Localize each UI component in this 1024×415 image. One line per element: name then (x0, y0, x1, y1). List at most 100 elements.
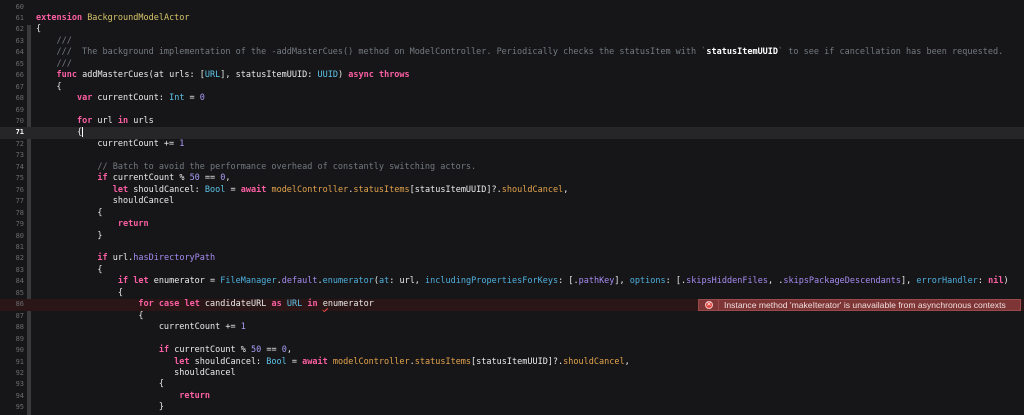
line-number[interactable]: 89 (0, 334, 24, 345)
code-text[interactable]: { (36, 311, 143, 322)
code-text[interactable]: /// The background implementation of the… (36, 47, 1003, 58)
line-number[interactable]: 65 (0, 59, 24, 70)
line-number[interactable]: 64 (0, 47, 24, 58)
line-number[interactable]: 83 (0, 265, 24, 276)
code-text[interactable]: { (36, 208, 102, 219)
code-line[interactable]: 81 (0, 242, 1024, 253)
code-text[interactable]: } (36, 402, 164, 413)
code-line[interactable]: 94 return (0, 391, 1024, 402)
code-text[interactable]: } (36, 231, 102, 242)
inline-error-banner[interactable]: ✕ Instance method 'makeIterator' is unav… (698, 299, 1021, 311)
source-editor[interactable]: 60 61 extension BackgroundModelActor 62 {63 … (0, 2, 1024, 414)
code-text[interactable]: { (36, 82, 61, 93)
line-number[interactable]: 91 (0, 357, 24, 368)
code-line[interactable]: 88 currentCount += 1 (0, 322, 1024, 333)
line-number[interactable]: 85 (0, 288, 24, 299)
code-line[interactable]: 75 if currentCount % 50 == 0, (0, 173, 1024, 184)
line-number[interactable]: 70 (0, 116, 24, 127)
code-line[interactable]: 65 /// (0, 59, 1024, 70)
code-line[interactable]: 83 { (0, 265, 1024, 276)
code-text[interactable]: extension BackgroundModelActor (36, 13, 190, 24)
code-line[interactable]: 90 if currentCount % 50 == 0, (0, 345, 1024, 356)
line-number[interactable]: 73 (0, 150, 24, 161)
code-line[interactable]: 79 return (0, 219, 1024, 230)
code-line[interactable]: 93 { (0, 379, 1024, 390)
line-number[interactable]: 77 (0, 196, 24, 207)
line-number[interactable]: 94 (0, 391, 24, 402)
code-line[interactable]: 61 extension BackgroundModelActor (0, 13, 1024, 24)
code-line[interactable]: 62 { (0, 24, 1024, 35)
code-line[interactable]: 71 { (0, 127, 1024, 139)
line-number[interactable]: 60 (0, 2, 24, 13)
line-number[interactable]: 62 (0, 24, 24, 35)
code-text[interactable]: { (36, 127, 84, 139)
code-text[interactable]: func addMasterCues(at urls: [URL], statu… (36, 70, 409, 81)
code-line[interactable]: 80 } (0, 231, 1024, 242)
code-line[interactable]: 60 (0, 2, 1024, 13)
line-number[interactable]: 63 (0, 36, 24, 47)
code-line[interactable]: 68 var currentCount: Int = 0 (0, 93, 1024, 104)
line-number[interactable]: 68 (0, 93, 24, 104)
line-number[interactable]: 93 (0, 379, 24, 390)
code-line[interactable]: 85 { (0, 288, 1024, 299)
line-number[interactable]: 61 (0, 13, 24, 24)
code-text[interactable]: /// (36, 36, 71, 47)
code-line[interactable]: 82 if url.hasDirectoryPath (0, 253, 1024, 264)
code-text[interactable]: return (36, 219, 149, 230)
code-text[interactable]: if currentCount % 50 == 0, (36, 173, 230, 184)
line-number[interactable]: 81 (0, 242, 24, 253)
code-text[interactable]: { (36, 379, 164, 390)
code-text[interactable]: return (36, 391, 210, 402)
code-text[interactable]: { (36, 265, 102, 276)
line-number[interactable]: 76 (0, 185, 24, 196)
code-line[interactable]: 95 } (0, 402, 1024, 413)
code-line[interactable]: 66 func addMasterCues(at urls: [URL], st… (0, 70, 1024, 81)
code-line[interactable]: 63 /// (0, 36, 1024, 47)
code-text[interactable]: shouldCancel (36, 196, 174, 207)
line-number[interactable]: 69 (0, 105, 24, 116)
code-line[interactable]: 89 (0, 334, 1024, 345)
line-number[interactable]: 74 (0, 162, 24, 173)
code-text[interactable]: var currentCount: Int = 0 (36, 93, 205, 104)
line-number[interactable]: 80 (0, 231, 24, 242)
code-text[interactable]: if currentCount % 50 == 0, (36, 345, 292, 356)
line-number[interactable]: 67 (0, 82, 24, 93)
line-number[interactable]: 82 (0, 253, 24, 264)
code-line[interactable]: 78 { (0, 208, 1024, 219)
code-line[interactable]: 77 shouldCancel (0, 196, 1024, 207)
code-text[interactable]: let shouldCancel: Bool = await modelCont… (36, 357, 630, 368)
code-text[interactable]: currentCount += 1 (36, 139, 184, 150)
code-text[interactable]: for url in urls (36, 116, 154, 127)
line-number[interactable]: 72 (0, 139, 24, 150)
code-line[interactable]: 70 for url in urls (0, 116, 1024, 127)
code-line[interactable]: 67 { (0, 82, 1024, 93)
code-text[interactable]: // Batch to avoid the performance overhe… (36, 162, 476, 173)
line-number[interactable]: 88 (0, 322, 24, 333)
line-number[interactable]: 90 (0, 345, 24, 356)
code-line[interactable]: 74 // Batch to avoid the performance ove… (0, 162, 1024, 173)
line-number[interactable]: 66 (0, 70, 24, 81)
code-line[interactable]: 64 /// The background implementation of … (0, 47, 1024, 58)
code-text[interactable]: let shouldCancel: Bool = await modelCont… (36, 185, 569, 196)
code-line[interactable]: 76 let shouldCancel: Bool = await modelC… (0, 185, 1024, 196)
code-line[interactable]: 91 let shouldCancel: Bool = await modelC… (0, 357, 1024, 368)
code-line[interactable]: 73 (0, 150, 1024, 161)
code-text[interactable]: /// (36, 59, 71, 70)
line-number[interactable]: 79 (0, 219, 24, 230)
code-text[interactable]: currentCount += 1 (36, 322, 246, 333)
code-text[interactable]: if let enumerator = FileManager.default.… (36, 276, 1009, 287)
line-number[interactable]: 84 (0, 276, 24, 287)
line-number[interactable]: 75 (0, 173, 24, 184)
line-number[interactable]: 92 (0, 368, 24, 379)
code-text[interactable]: if url.hasDirectoryPath (36, 253, 215, 264)
line-number[interactable]: 87 (0, 311, 24, 322)
code-line[interactable]: 87 { (0, 311, 1024, 322)
code-line[interactable]: 92 shouldCancel (0, 368, 1024, 379)
line-number[interactable]: 86 (0, 299, 24, 310)
code-text[interactable]: for case let candidateURL as URL in enum… (36, 299, 374, 310)
code-line[interactable]: 72 currentCount += 1 (0, 139, 1024, 150)
line-number[interactable]: 78 (0, 208, 24, 219)
code-text[interactable]: shouldCancel (36, 368, 235, 379)
code-line[interactable]: 69 (0, 105, 1024, 116)
line-number[interactable]: 95 (0, 402, 24, 413)
